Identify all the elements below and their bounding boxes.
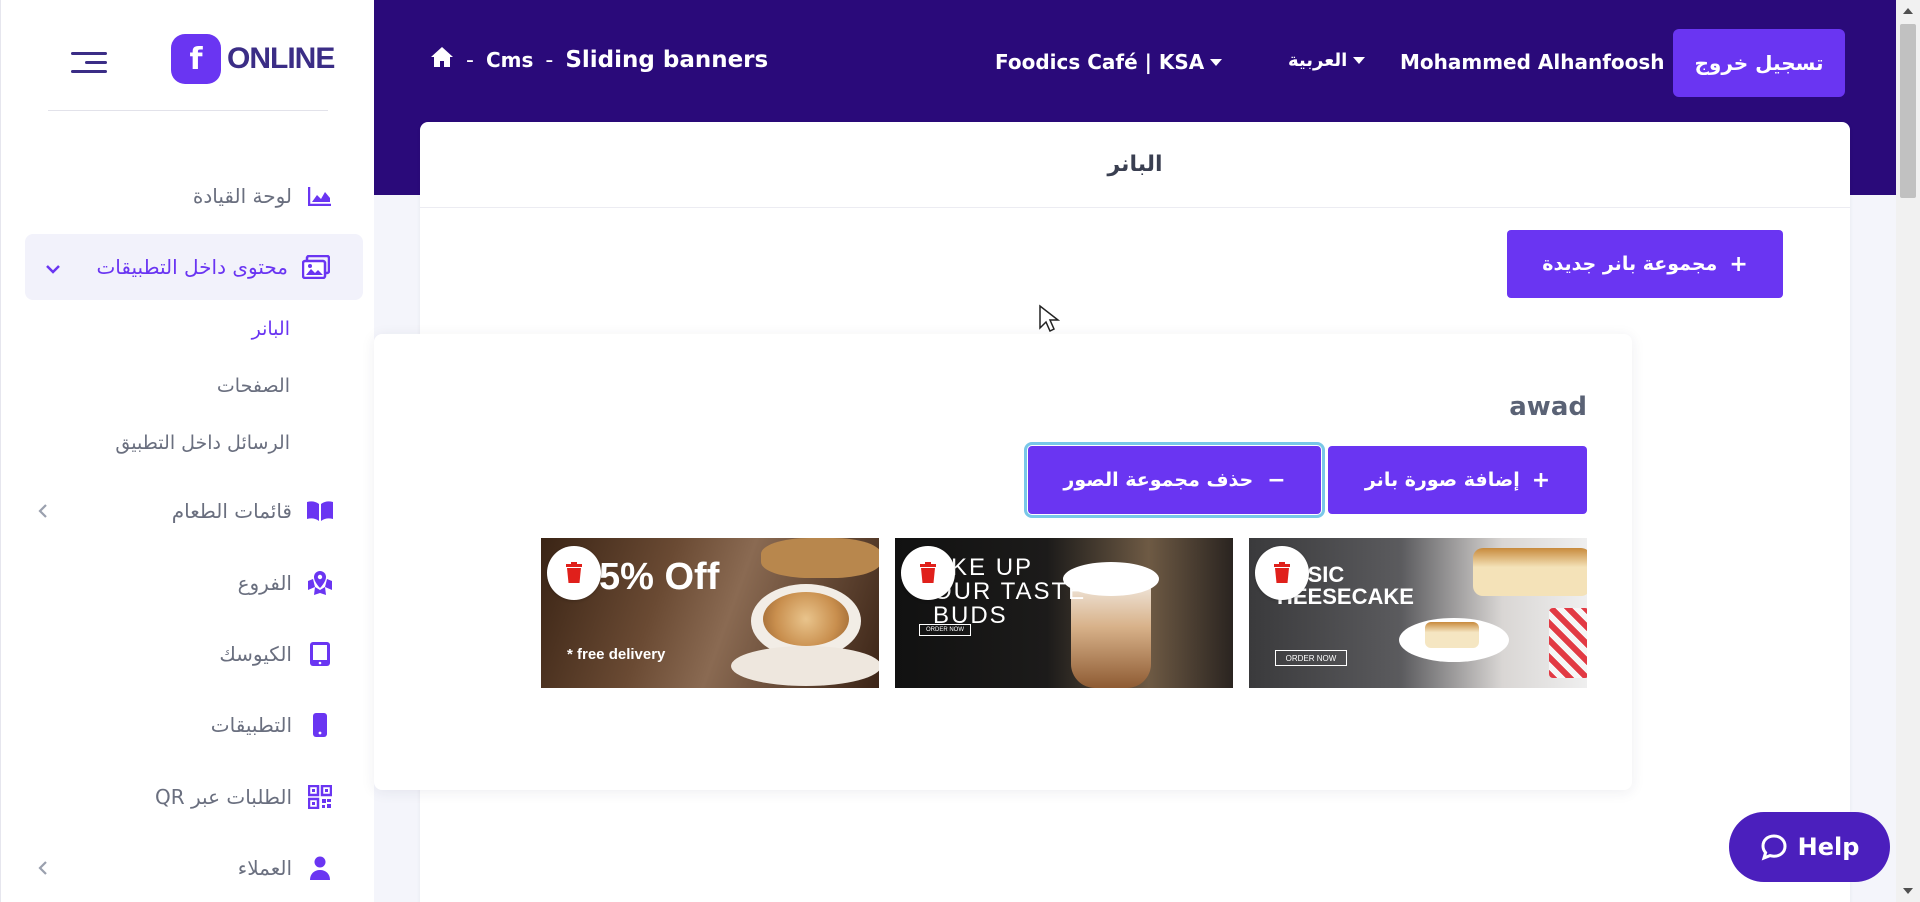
user-icon	[306, 854, 334, 882]
sidebar: f ONLINE لوحة القيادة محتوى داخل التطبيق…	[0, 0, 374, 902]
map-marked-icon	[306, 569, 334, 597]
book-open-icon	[306, 497, 334, 525]
add-banner-image-label: إضافة صورة بانر	[1364, 469, 1520, 491]
chat-bubble-icon	[1760, 833, 1788, 861]
sidebar-item-label: لوحة القيادة	[192, 184, 292, 208]
sidebar-item-qr-orders[interactable]: الطلبات عبر QR	[155, 777, 334, 817]
home-icon[interactable]	[430, 46, 454, 74]
chevron-left-icon[interactable]	[37, 857, 49, 881]
mobile-icon	[306, 711, 334, 739]
add-banner-image-button[interactable]: + إضافة صورة بانر	[1328, 446, 1587, 514]
coffee-crema-image	[763, 592, 849, 646]
sidebar-divider	[48, 110, 328, 111]
sidebar-subitem-banners[interactable]: البانر	[252, 318, 290, 340]
new-banner-group-button[interactable]: + مجموعة بانر جديدة	[1507, 230, 1783, 298]
banner-subline: * free delivery	[567, 646, 666, 663]
help-button[interactable]: Help	[1729, 812, 1890, 882]
chevron-down-icon[interactable]	[45, 256, 61, 280]
sidebar-item-label: محتوى داخل التطبيقات	[96, 255, 288, 279]
new-banner-group-label: مجموعة بانر جديدة	[1542, 253, 1718, 275]
delete-image-group-button[interactable]: − حذف مجموعة الصور	[1024, 442, 1325, 518]
croissant-image	[761, 538, 879, 578]
logo-mark: f	[171, 34, 221, 84]
page-title: البانر	[420, 122, 1850, 208]
banner-image[interactable]: 5% Off * free delivery	[541, 538, 879, 688]
sidebar-item-label: الفروع	[237, 571, 292, 595]
plus-icon: +	[1531, 467, 1551, 493]
minus-icon: −	[1267, 467, 1286, 493]
breadcrumb-separator: -	[466, 47, 474, 73]
mouse-cursor-icon	[1038, 304, 1061, 338]
caret-down-icon	[1210, 58, 1223, 66]
brand-logo[interactable]: f ONLINE	[171, 34, 335, 84]
sidebar-item-label: قائمات الطعام	[171, 499, 292, 523]
banner-group-card: awad + إضافة صورة بانر − حذف مجموعة الصو…	[374, 334, 1632, 790]
breadcrumb: - Cms - Sliding banners	[430, 46, 768, 74]
sidebar-subitem-in-app-messages[interactable]: الرسائل داخل التطبيق	[115, 432, 290, 454]
sidebar-item-kiosk[interactable]: الكيوسك	[219, 634, 334, 674]
sidebar-item-label: التطبيقات	[210, 713, 292, 737]
logo-text: ONLINE	[227, 42, 335, 75]
plus-icon: +	[1729, 251, 1748, 277]
breadcrumb-separator: -	[545, 47, 554, 73]
qrcode-icon	[306, 783, 334, 811]
sidebar-item-in-app-content[interactable]: محتوى داخل التطبيقات	[96, 247, 330, 287]
scroll-up-icon[interactable]	[1903, 8, 1913, 14]
cheesecake-image	[1473, 548, 1587, 596]
delete-image-group-label: حذف مجموعة الصور	[1063, 469, 1254, 491]
sidebar-item-label: الطلبات عبر QR	[155, 785, 292, 809]
cheesecake-slice-image	[1425, 622, 1479, 648]
caret-down-icon	[1353, 57, 1366, 64]
sidebar-item-menus[interactable]: قائمات الطعام	[172, 491, 334, 531]
sidebar-item-label: الكيوسك	[219, 642, 292, 666]
business-selector[interactable]: Foodics Café | KSA	[995, 50, 1223, 74]
sidebar-subitem-pages[interactable]: الصفحات	[217, 375, 290, 397]
breadcrumb-cms[interactable]: Cms	[486, 48, 533, 72]
language-label: العربية	[1288, 50, 1348, 71]
language-selector[interactable]: العربية	[1288, 50, 1366, 71]
logout-button[interactable]: تسجيل خروج	[1673, 29, 1845, 97]
sidebar-brand: f ONLINE	[1, 30, 375, 90]
chevron-left-icon[interactable]	[37, 500, 49, 524]
sidebar-item-branches[interactable]: الفروع	[238, 563, 334, 603]
banner-image[interactable]: ASSIC HEESECAKE ORDER NOW	[1249, 538, 1587, 688]
banner-image[interactable]: AKE UP OUR TASTE BUDS ORDER NOW	[895, 538, 1233, 688]
business-name: Foodics Café | KSA	[995, 50, 1205, 74]
scroll-down-icon[interactable]	[1903, 888, 1913, 894]
page-scrollbar[interactable]	[1896, 0, 1920, 902]
trash-icon[interactable]	[901, 546, 955, 600]
images-icon	[302, 253, 330, 281]
tablet-icon	[306, 640, 334, 668]
help-label: Help	[1797, 833, 1860, 861]
banner-headline: 5% Off	[599, 556, 720, 598]
banner-headline: AKE UP OUR TASTE BUDS	[933, 554, 1087, 629]
banner-cta: ORDER NOW	[919, 624, 971, 636]
sidebar-item-apps[interactable]: التطبيقات	[211, 705, 334, 745]
chart-area-icon	[306, 182, 334, 210]
menu-toggle-icon[interactable]	[71, 52, 107, 74]
napkin-image	[1549, 608, 1587, 678]
banner-group-name: awad	[1509, 392, 1587, 422]
saucer-image	[731, 646, 879, 686]
scroll-thumb[interactable]	[1900, 24, 1916, 198]
sidebar-item-customers[interactable]: العملاء	[238, 848, 334, 888]
sidebar-item-label: العملاء	[237, 856, 292, 880]
banner-cta: ORDER NOW	[1275, 650, 1347, 666]
trash-icon[interactable]	[547, 546, 601, 600]
sidebar-item-dashboard[interactable]: لوحة القيادة	[193, 176, 334, 216]
breadcrumb-current: Sliding banners	[565, 47, 769, 73]
trash-icon[interactable]	[1255, 546, 1309, 600]
user-name[interactable]: Mohammed Alhanfoosh	[1400, 50, 1665, 74]
